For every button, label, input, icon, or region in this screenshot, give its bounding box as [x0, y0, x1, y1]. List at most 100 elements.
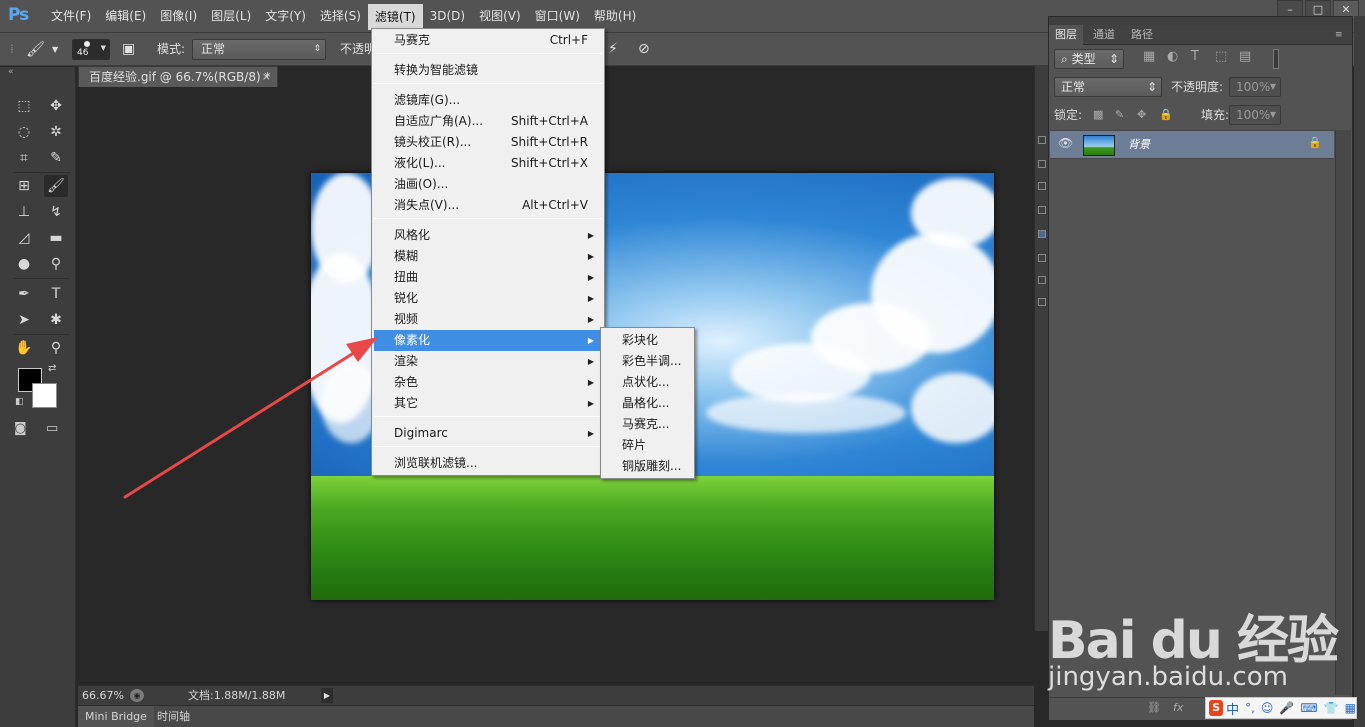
- submenu-item-mezzotint[interactable]: 铜版雕刻...: [603, 456, 692, 477]
- brush-size-picker[interactable]: 46 ▼: [72, 39, 110, 60]
- lock-all-icon[interactable]: 🔒: [1159, 108, 1173, 121]
- hand-icon[interactable]: ✋: [12, 337, 36, 359]
- magic-wand-icon[interactable]: ✲: [44, 121, 68, 143]
- lock-position-icon[interactable]: ✥: [1137, 108, 1146, 121]
- menu-item-noise[interactable]: 杂色 ▶: [374, 372, 602, 393]
- menu-file[interactable]: 文件(F): [44, 0, 98, 33]
- collapse-arrows-icon[interactable]: «: [8, 67, 14, 77]
- ime-mode[interactable]: 中: [1226, 699, 1239, 718]
- brush-tool-preset-icon[interactable]: 🖌: [26, 33, 45, 66]
- path-select-icon[interactable]: ➤: [12, 309, 36, 331]
- crop-icon[interactable]: ⌗: [12, 147, 36, 169]
- document-tab[interactable]: 百度经验.gif @ 66.7%(RGB/8) * ×: [78, 66, 278, 87]
- status-menu-arrow-icon[interactable]: ▶: [321, 688, 333, 703]
- zoom-icon[interactable]: ⚲: [44, 337, 68, 359]
- layer-row-background[interactable]: 👁 背景 🔒: [1050, 130, 1334, 159]
- pen-icon[interactable]: ✒: [12, 283, 36, 305]
- menu-item-liquify[interactable]: 液化(L)... Shift+Ctrl+X: [374, 153, 602, 174]
- filter-pixel-icon[interactable]: ▦: [1143, 49, 1155, 64]
- panel-icon[interactable]: [1038, 136, 1046, 144]
- marquee-icon[interactable]: ⬚: [12, 95, 36, 117]
- opacity-input[interactable]: 100% ▼: [1229, 77, 1281, 97]
- menu-item-sharpen[interactable]: 锐化 ▶: [374, 288, 602, 309]
- menu-item-render[interactable]: 渲染 ▶: [374, 351, 602, 372]
- menu-item-oil-paint[interactable]: 油画(O)...: [374, 174, 602, 195]
- panel-icon[interactable]: [1038, 276, 1046, 284]
- panel-icon[interactable]: [1038, 230, 1046, 238]
- layer-filter-kind-select[interactable]: ⌕ 类型 ⇕: [1054, 49, 1124, 69]
- submenu-item-color-halftone[interactable]: 彩色半调...: [603, 351, 692, 372]
- tools-grid-icon[interactable]: ▦: [1345, 701, 1356, 715]
- close-icon[interactable]: ×: [262, 67, 271, 87]
- brush-icon[interactable]: 🖌: [44, 175, 68, 197]
- menu-item-browse-online-filters[interactable]: 浏览联机滤镜...: [374, 453, 602, 474]
- blend-mode-select[interactable]: 正常 ⇕: [1054, 77, 1162, 97]
- screen-mode-icon[interactable]: ▭: [46, 421, 58, 436]
- panel-icon[interactable]: [1038, 298, 1046, 306]
- menu-type[interactable]: 文字(Y): [258, 0, 313, 33]
- background-color-swatch[interactable]: [32, 383, 57, 408]
- skin-icon[interactable]: 👕: [1324, 701, 1339, 715]
- menu-item-video[interactable]: 视频 ▶: [374, 309, 602, 330]
- punctuation-icon[interactable]: °,: [1245, 701, 1255, 715]
- filter-smart-object-icon[interactable]: ▤: [1239, 49, 1251, 64]
- panel-menu-icon[interactable]: ≡: [1329, 25, 1349, 45]
- submenu-item-fragment[interactable]: 碎片: [603, 435, 692, 456]
- zoom-level[interactable]: 66.67%: [82, 686, 124, 705]
- shape-icon[interactable]: ✱: [44, 309, 68, 331]
- layer-style-icon[interactable]: fx: [1173, 701, 1183, 714]
- filter-adjustment-icon[interactable]: ◐: [1167, 49, 1178, 64]
- submenu-item-mosaic[interactable]: 马赛克...: [603, 414, 692, 435]
- gradient-icon[interactable]: ▬: [44, 227, 68, 249]
- swap-colors-icon[interactable]: ⇄: [48, 363, 56, 374]
- panel-icon[interactable]: [1038, 254, 1046, 262]
- chevron-down-icon[interactable]: ▼: [52, 33, 58, 66]
- submenu-item-crystallize[interactable]: 晶格化...: [603, 393, 692, 414]
- airbrush-icon[interactable]: ⚡: [608, 33, 618, 66]
- emoji-icon[interactable]: ☺: [1261, 701, 1274, 715]
- menu-item-other[interactable]: 其它 ▶: [374, 393, 602, 414]
- history-brush-icon[interactable]: ↯: [44, 201, 68, 223]
- menu-item-stylize[interactable]: 风格化 ▶: [374, 225, 602, 246]
- panel-icon[interactable]: [1038, 160, 1046, 168]
- menu-image[interactable]: 图像(I): [153, 0, 204, 33]
- eraser-icon[interactable]: ◿: [12, 227, 36, 249]
- menu-edit[interactable]: 编辑(E): [98, 0, 153, 33]
- menu-select[interactable]: 选择(S): [313, 0, 368, 33]
- lasso-icon[interactable]: ◌: [12, 121, 36, 143]
- healing-icon[interactable]: ⊞: [12, 175, 36, 197]
- panel-icon[interactable]: [1038, 206, 1046, 214]
- lock-image-icon[interactable]: ✎: [1115, 108, 1124, 121]
- voice-icon[interactable]: 🎤: [1279, 701, 1294, 715]
- eye-visibility-icon[interactable]: 👁: [1058, 136, 1073, 150]
- menu-item-blur[interactable]: 模糊 ▶: [374, 246, 602, 267]
- quick-mask-icon[interactable]: ◙: [14, 421, 27, 436]
- sogou-logo-icon[interactable]: S: [1209, 700, 1224, 716]
- mode-select[interactable]: 正常 ⇕: [192, 39, 326, 60]
- menu-item-last-filter-mosaic[interactable]: 马赛克 Ctrl+F: [374, 30, 602, 51]
- tab-channels[interactable]: 通道: [1087, 25, 1121, 45]
- menu-item-convert-smart-filter[interactable]: 转换为智能滤镜: [374, 60, 602, 81]
- filter-type-icon[interactable]: T: [1191, 49, 1199, 64]
- menu-item-lens-correction[interactable]: 镜头校正(R)... Shift+Ctrl+R: [374, 132, 602, 153]
- menu-item-pixelate[interactable]: 像素化 ▶: [374, 330, 602, 351]
- eyedropper-icon[interactable]: ✎: [44, 147, 68, 169]
- stamp-icon[interactable]: ⊥: [12, 201, 36, 223]
- submenu-item-facet[interactable]: 彩块化: [603, 330, 692, 351]
- tab-timeline[interactable]: 时间轴: [150, 706, 197, 727]
- menu-item-adaptive-wide-angle[interactable]: 自适应广角(A)... Shift+Ctrl+A: [374, 111, 602, 132]
- tab-paths[interactable]: 路径: [1125, 25, 1159, 45]
- move-icon[interactable]: ✥: [44, 95, 68, 117]
- brush-panel-toggle-icon[interactable]: ▣: [122, 33, 135, 66]
- blur-icon[interactable]: ●: [12, 253, 36, 275]
- keyboard-icon[interactable]: ⌨: [1300, 701, 1317, 715]
- tab-layers[interactable]: 图层: [1049, 25, 1083, 45]
- menu-item-digimarc[interactable]: Digimarc ▶: [374, 423, 602, 444]
- menu-layer[interactable]: 图层(L): [204, 0, 258, 33]
- type-icon[interactable]: T: [44, 283, 68, 305]
- default-colors-icon[interactable]: ◧: [15, 397, 24, 407]
- filter-shape-icon[interactable]: ⬚: [1215, 49, 1227, 64]
- menu-filter[interactable]: 滤镜(T): [367, 4, 423, 30]
- lock-transparent-icon[interactable]: ▩: [1093, 108, 1103, 121]
- dodge-icon[interactable]: ⚲: [44, 253, 68, 275]
